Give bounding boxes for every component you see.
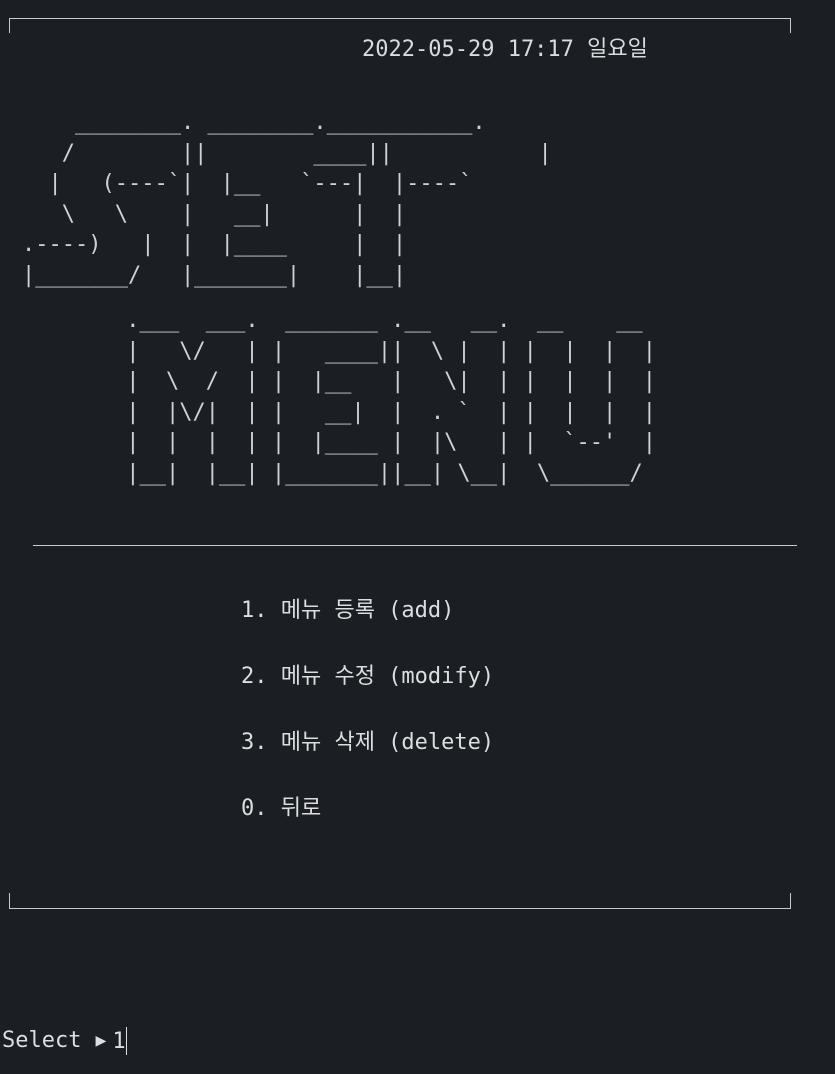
frame-bottom-right-tick xyxy=(790,893,791,909)
prompt-arrow-icon: ▶ xyxy=(95,1030,107,1051)
menu-ascii-art: .___ ___. _______ .__ __. __ __ | \/ | |… xyxy=(126,308,657,486)
select-input[interactable] xyxy=(112,1028,153,1054)
menu-item-modify[interactable]: 2. 메뉴 수정 (modify) xyxy=(241,662,494,728)
menu-separator xyxy=(33,545,797,546)
menu-item-add[interactable]: 1. 메뉴 등록 (add) xyxy=(241,596,494,662)
text-cursor xyxy=(126,1027,128,1055)
select-prompt: Select ▶ xyxy=(2,1026,153,1056)
set-ascii-art: ________. ________.___________. / || ___… xyxy=(22,110,552,288)
menu-item-back[interactable]: 0. 뒤로 xyxy=(241,794,494,860)
menu-list: 1. 메뉴 등록 (add) 2. 메뉴 수정 (modify) 3. 메뉴 삭… xyxy=(241,596,494,860)
frame-top-border xyxy=(9,18,791,19)
prompt-label: Select xyxy=(2,1028,82,1053)
frame-bottom-left-tick xyxy=(9,893,10,909)
menu-item-delete[interactable]: 3. 메뉴 삭제 (delete) xyxy=(241,728,494,794)
datetime-display: 2022-05-29 17:17 일요일 xyxy=(362,37,648,62)
frame-bottom-border xyxy=(9,908,791,909)
frame-top-left-tick xyxy=(9,18,10,33)
frame-top-right-tick xyxy=(790,18,791,33)
